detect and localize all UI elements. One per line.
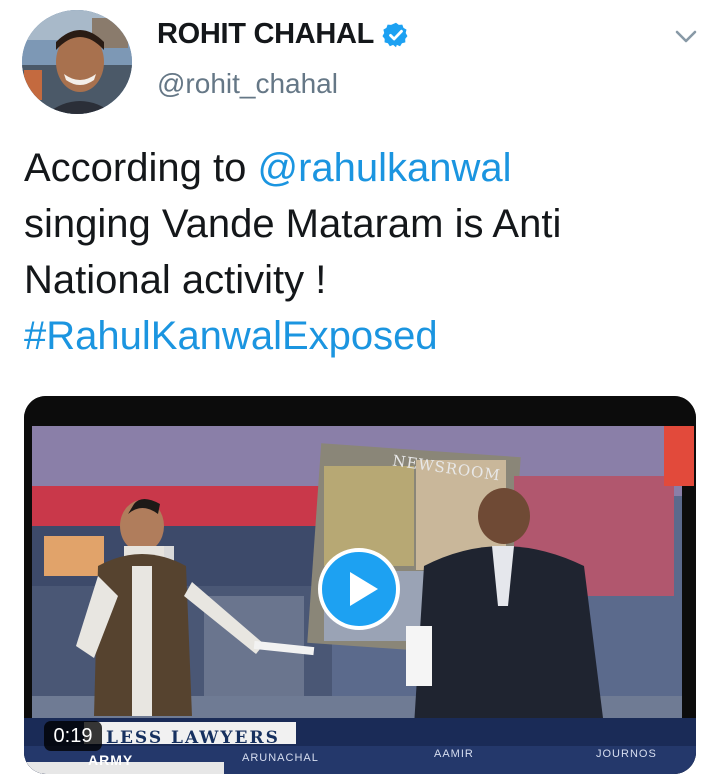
ticker-headline: LESS LAWYERS — [106, 728, 280, 748]
video-duration-badge: 0:19 — [44, 721, 102, 751]
ticker-army-label: ARMY — [88, 752, 134, 768]
display-name[interactable]: ROHIT CHAHAL — [157, 18, 374, 51]
ticker-item: JOURNOS — [596, 748, 657, 760]
ticker-item: ARUNACHAL — [242, 752, 319, 764]
name-row: ROHIT CHAHAL — [157, 18, 410, 51]
avatar[interactable] — [22, 10, 132, 114]
play-button[interactable] — [318, 548, 400, 630]
tweet-text: According to @rahulkanwal singing Vande … — [24, 140, 704, 364]
chevron-down-icon[interactable] — [672, 22, 700, 50]
tweet-card: ROHIT CHAHAL @rohit_chahal According to … — [0, 0, 720, 782]
tweet-line-1: According to @rahulkanwal — [24, 140, 704, 196]
tweet-line-2: singing Vande Mataram is Anti — [24, 202, 562, 246]
tweet-text-prefix: According to — [24, 146, 258, 190]
verified-badge-icon — [382, 21, 410, 49]
ticker-item: AAMIR — [434, 748, 474, 760]
tweet-line-3: National activity ! — [24, 258, 327, 302]
hashtag-link[interactable]: #RahulKanwalExposed — [24, 314, 438, 358]
play-icon — [350, 572, 378, 606]
user-handle[interactable]: @rohit_chahal — [157, 68, 338, 100]
mention-link[interactable]: @rahulkanwal — [257, 146, 511, 190]
